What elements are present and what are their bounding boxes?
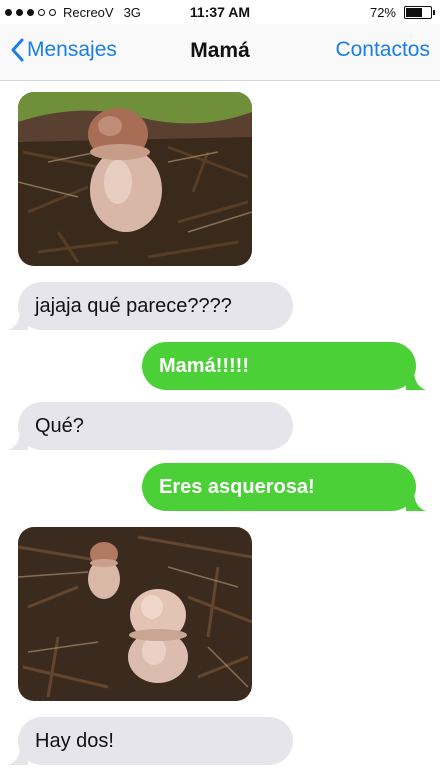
battery-icon xyxy=(404,6,435,19)
bubble-tail xyxy=(8,310,28,330)
incoming-message[interactable]: Hay dos! xyxy=(8,717,293,765)
bubble-tail xyxy=(406,491,426,511)
message-text: Qué? xyxy=(35,414,84,437)
mushroom-photo-icon xyxy=(18,92,252,266)
bubble-tail xyxy=(406,370,426,390)
photo-message[interactable] xyxy=(18,92,252,266)
outgoing-message[interactable]: Eres asquerosa! xyxy=(142,463,426,511)
message-text: Hay dos! xyxy=(35,729,114,752)
chevron-left-icon xyxy=(11,38,24,62)
back-label: Mensajes xyxy=(27,38,117,61)
bubble-tail xyxy=(8,745,28,765)
back-button[interactable]: Mensajes xyxy=(10,38,117,62)
bubble-tail xyxy=(8,430,28,450)
incoming-message[interactable]: jajaja qué parece???? xyxy=(8,282,293,330)
battery-percent: 72% xyxy=(369,5,396,20)
photo-message[interactable] xyxy=(18,527,252,701)
message-text: Eres asquerosa! xyxy=(159,475,315,498)
message-text: Mamá!!!!! xyxy=(159,354,249,377)
message-text: jajaja qué parece???? xyxy=(35,294,232,317)
incoming-message[interactable]: Qué? xyxy=(8,402,293,450)
navigation-bar: Mensajes Mamá Contactos xyxy=(0,24,440,81)
contacts-button[interactable]: Contactos xyxy=(335,38,430,62)
battery-fill xyxy=(406,8,422,17)
status-bar: RecreoV 3G 11:37 AM 72% xyxy=(0,0,440,24)
two-mushrooms-photo-icon xyxy=(18,527,252,701)
outgoing-message[interactable]: Mamá!!!!! xyxy=(142,342,426,390)
